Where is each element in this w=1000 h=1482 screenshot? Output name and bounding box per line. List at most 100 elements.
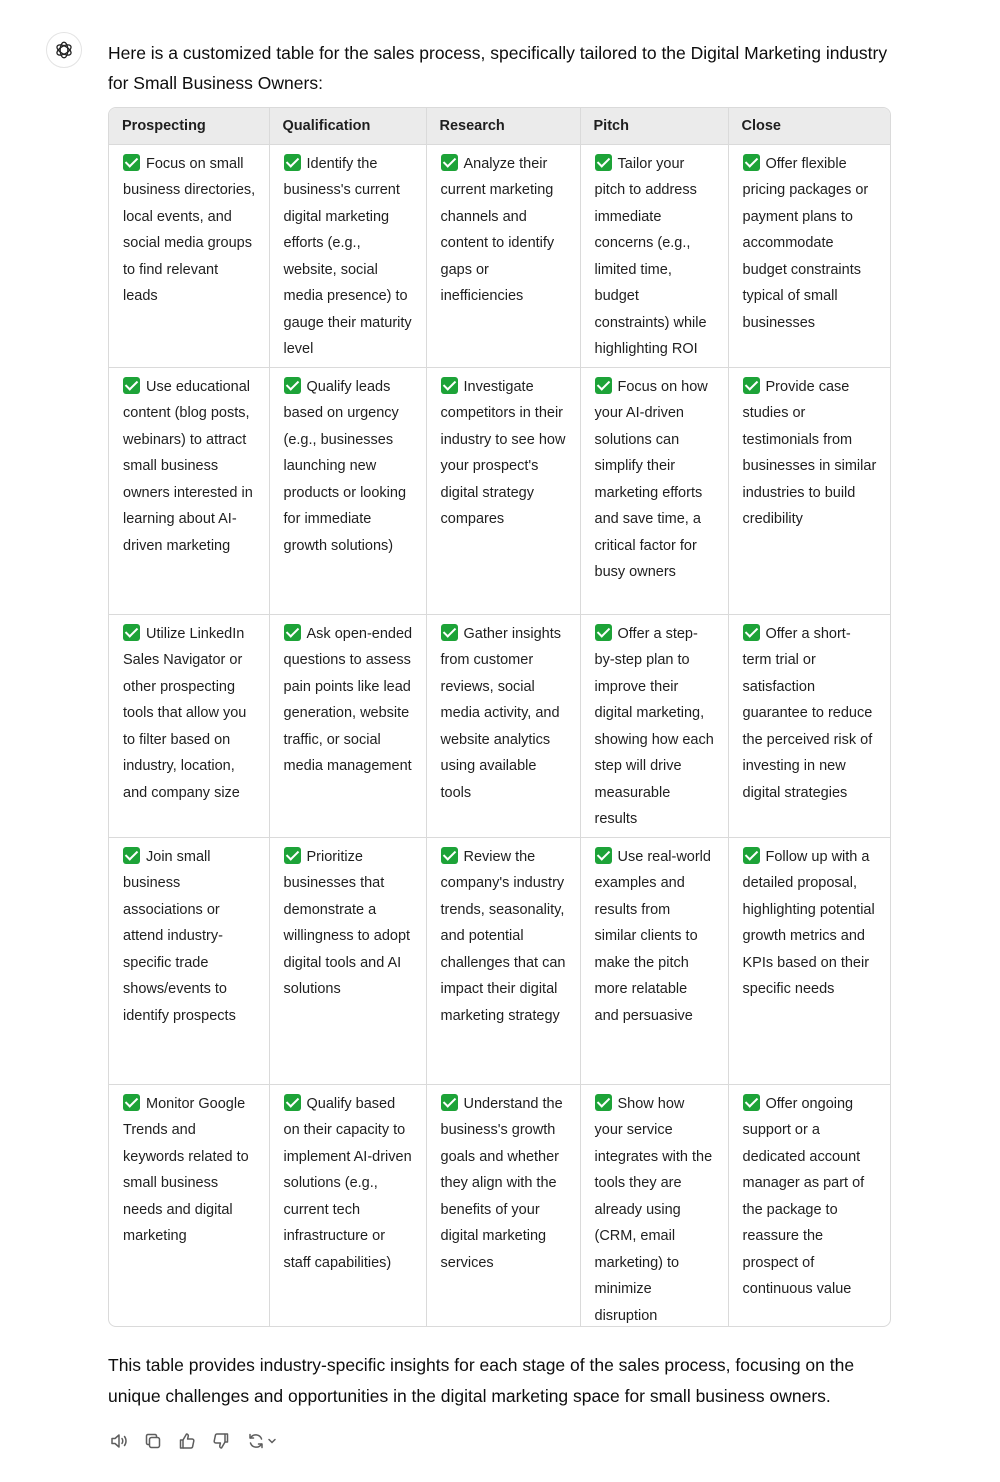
checkmark-icon [594, 1093, 612, 1111]
header-pitch: Pitch [580, 108, 729, 145]
checkmark-icon [742, 1093, 760, 1111]
table-cell-qualification: Qualify leads based on urgency (e.g., bu… [269, 367, 427, 615]
header-prospecting: Prospecting [109, 108, 270, 145]
table-cell-research: Analyze their current marketing channels… [426, 144, 581, 368]
header-close: Close [728, 108, 890, 145]
sales-process-table: Prospecting Qualification Research Pitch… [109, 108, 890, 1326]
assistant-avatar [46, 32, 82, 68]
speaker-icon [111, 1434, 127, 1448]
checkmark-icon [594, 846, 612, 864]
table-cell-qualification: Prioritize businesses that demonstrate a… [269, 837, 427, 1085]
table-cell-pitch: Focus on how your AI-driven solutions ca… [580, 367, 729, 615]
table-cell-close: Follow up with a detailed proposal, high… [728, 837, 890, 1085]
table-header-row: Prospecting Qualification Research Pitch… [109, 108, 890, 145]
checkmark-icon [123, 623, 140, 641]
table-cell-close: Offer ongoing support or a dedicated acc… [728, 1084, 890, 1326]
checkmark-icon [742, 846, 760, 864]
cell-text: Use real-world examples and results from… [594, 848, 711, 1024]
checkmark-icon [123, 153, 140, 171]
copy-icon [145, 1433, 161, 1449]
table-cell-pitch: Offer a step-by-step plan to improve the… [580, 614, 729, 838]
cell-text: Analyze their current marketing channels… [440, 155, 555, 305]
header-qualification: Qualification [269, 108, 427, 145]
good-response-button[interactable] [176, 1430, 198, 1452]
message-actions [108, 1430, 280, 1452]
openai-logo-icon [56, 41, 72, 59]
table-cell-research: Review the company's industry trends, se… [426, 837, 581, 1085]
checkmark-icon [123, 1093, 140, 1111]
table-row: Utilize LinkedIn Sales Navigator or othe… [109, 614, 890, 838]
read-aloud-button[interactable] [108, 1430, 130, 1452]
header-research: Research [426, 108, 581, 145]
table-row: Use educational content (blog posts, web… [109, 367, 890, 615]
cell-text: Identify the business's current digital … [283, 155, 412, 358]
cell-text: Understand the business's growth goals a… [440, 1095, 563, 1271]
checkmark-icon [283, 376, 301, 394]
checkmark-icon [123, 846, 140, 864]
regenerate-icon [249, 1433, 263, 1449]
cell-text: Monitor Google Trends and keywords relat… [123, 1095, 249, 1245]
checkmark-icon [742, 153, 760, 171]
table-cell-prospecting: Monitor Google Trends and keywords relat… [109, 1084, 270, 1326]
table-cell-research: Investigate competitors in their industr… [426, 367, 581, 615]
cell-text: Prioritize businesses that demonstrate a… [283, 848, 411, 998]
checkmark-icon [440, 376, 458, 394]
copy-button[interactable] [142, 1430, 164, 1452]
cell-text: Utilize LinkedIn Sales Navigator or othe… [123, 625, 247, 801]
table-cell-prospecting: Use educational content (blog posts, web… [109, 367, 270, 615]
chevron-down-icon [268, 1438, 276, 1444]
table-cell-prospecting: Join small business associations or atte… [109, 837, 270, 1085]
table-row: Focus on small business directories, loc… [109, 144, 890, 368]
checkmark-icon [594, 153, 612, 171]
cell-text: Qualify based on their capacity to imple… [283, 1095, 412, 1271]
checkmark-icon [594, 623, 612, 641]
table-row: Join small business associations or atte… [109, 837, 890, 1085]
checkmark-icon [283, 623, 301, 641]
cell-text: Review the company's industry trends, se… [440, 848, 566, 1024]
checkmark-icon [742, 376, 760, 394]
message-outro: This table provides industry-specific in… [108, 1355, 855, 1406]
table-cell-prospecting: Utilize LinkedIn Sales Navigator or othe… [109, 614, 270, 838]
cell-text: Use educational content (blog posts, web… [123, 378, 253, 554]
table-cell-research: Gather insights from customer reviews, s… [426, 614, 581, 838]
table-cell-pitch: Tailor your pitch to address immediate c… [580, 144, 729, 368]
table-cell-research: Understand the business's growth goals a… [426, 1084, 581, 1326]
cell-text: Offer a short-term trial or satisfaction… [742, 625, 873, 801]
table-cell-close: Provide case studies or testimonials fro… [728, 367, 890, 615]
checkmark-icon [742, 623, 760, 641]
cell-text: Ask open-ended questions to assess pain … [283, 625, 413, 775]
checkmark-icon [283, 846, 301, 864]
checkmark-icon [440, 153, 458, 171]
thumbs-down-icon [213, 1433, 229, 1449]
table-cell-qualification: Ask open-ended questions to assess pain … [269, 614, 427, 838]
cell-text: Focus on small business directories, loc… [123, 155, 256, 305]
cell-text: Investigate competitors in their industr… [440, 378, 566, 528]
checkmark-icon [283, 1093, 301, 1111]
table-cell-prospecting: Focus on small business directories, loc… [109, 144, 270, 368]
checkmark-icon [440, 846, 458, 864]
checkmark-icon [123, 376, 140, 394]
table-cell-pitch: Show how your service integrates with th… [580, 1084, 729, 1326]
cell-text: Gather insights from customer reviews, s… [440, 625, 562, 801]
message-intro: Here is a customized table for the sales… [108, 43, 888, 93]
cell-text: Join small business associations or atte… [123, 848, 236, 1024]
table-row: Monitor Google Trends and keywords relat… [109, 1084, 890, 1326]
regenerate-button[interactable] [244, 1430, 280, 1452]
sales-process-table-container: Prospecting Qualification Research Pitch… [108, 107, 891, 1327]
checkmark-icon [440, 623, 458, 641]
table-cell-qualification: Qualify based on their capacity to imple… [269, 1084, 427, 1326]
cell-text: Offer a step-by-step plan to improve the… [594, 625, 714, 828]
cell-text: Tailor your pitch to address immediate c… [594, 155, 707, 358]
cell-text: Offer flexible pricing packages or payme… [742, 155, 869, 331]
thumbs-up-icon [179, 1433, 195, 1449]
table-cell-close: Offer a short-term trial or satisfaction… [728, 614, 890, 838]
table-cell-qualification: Identify the business's current digital … [269, 144, 427, 368]
checkmark-icon [440, 1093, 458, 1111]
cell-text: Offer ongoing support or a dedicated acc… [742, 1095, 865, 1298]
cell-text: Provide case studies or testimonials fro… [742, 378, 877, 528]
checkmark-icon [594, 376, 612, 394]
bad-response-button[interactable] [210, 1430, 232, 1452]
cell-text: Qualify leads based on urgency (e.g., bu… [283, 378, 407, 554]
table-cell-close: Offer flexible pricing packages or payme… [728, 144, 890, 368]
checkmark-icon [283, 153, 301, 171]
